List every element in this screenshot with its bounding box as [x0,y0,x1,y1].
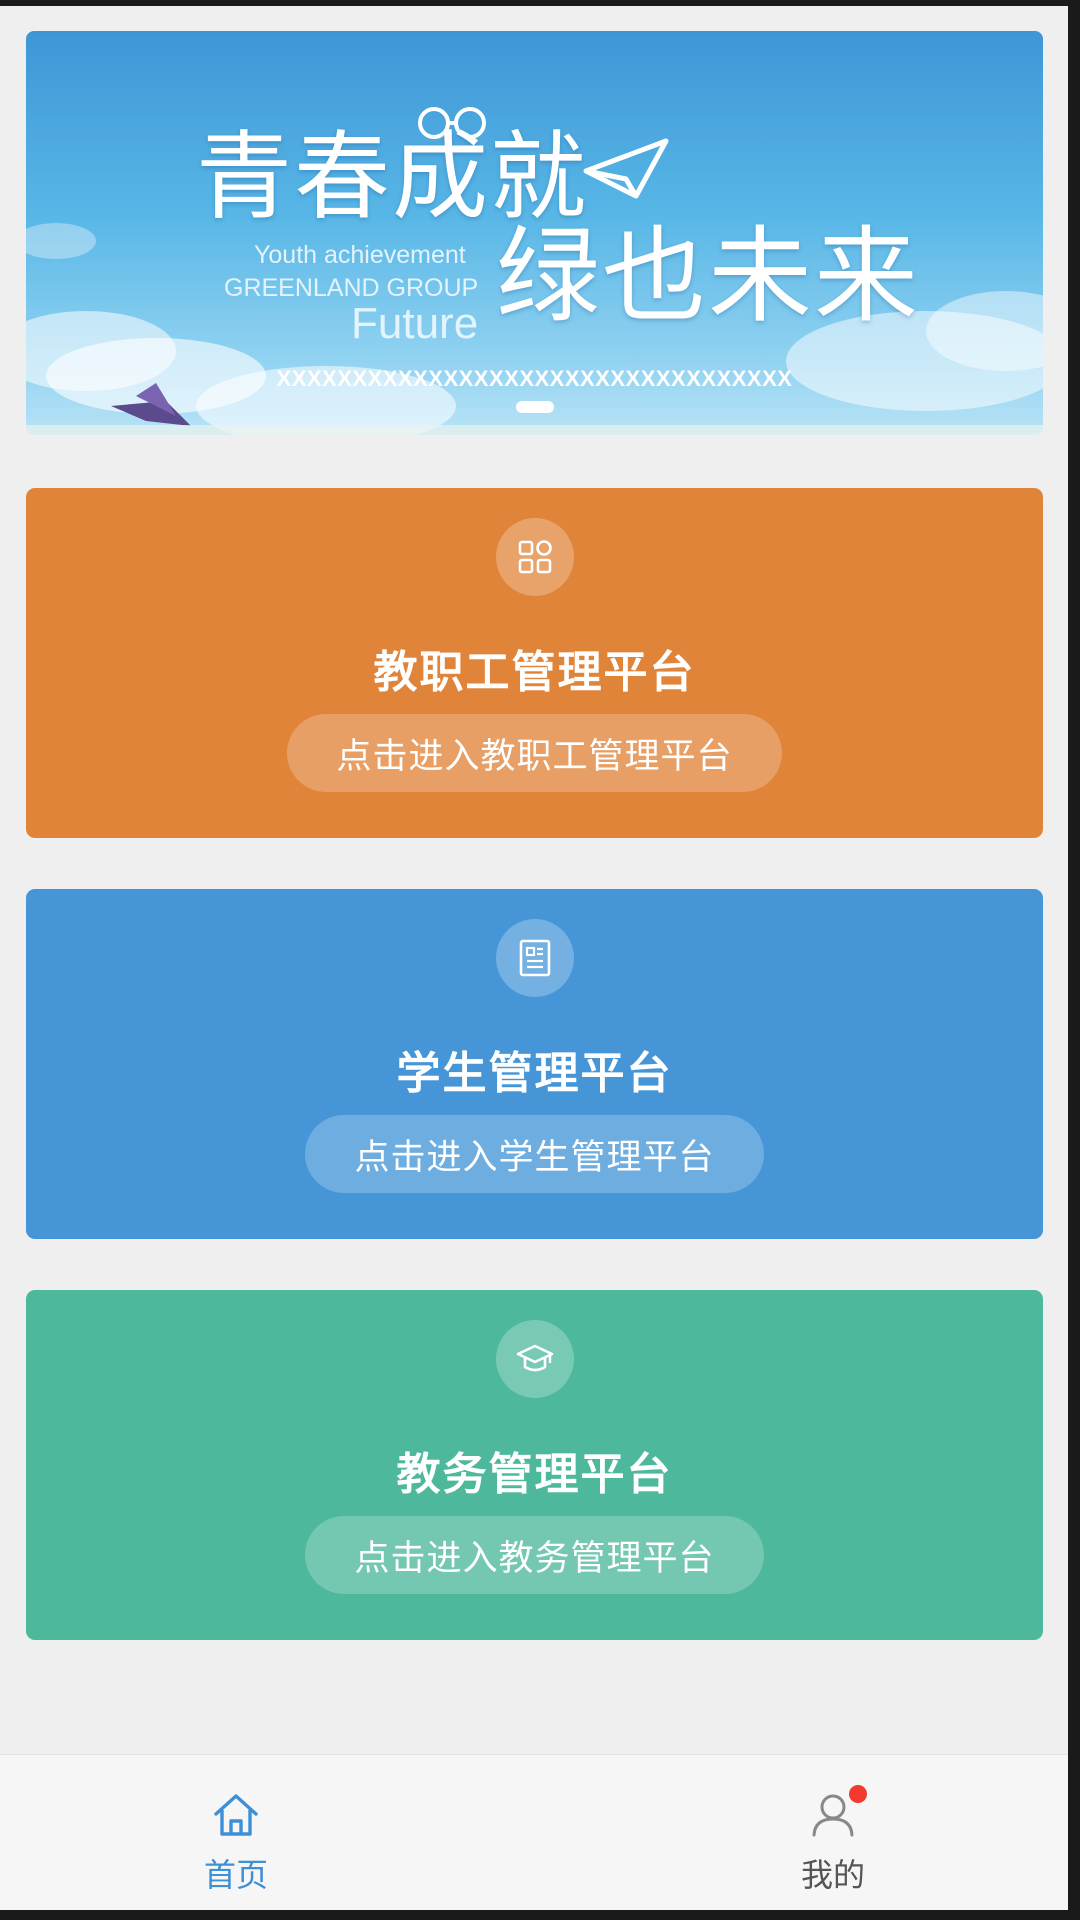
academic-platform-card[interactable]: 教务管理平台 点击进入教务管理平台 [26,1290,1043,1640]
grid-apps-icon [496,518,574,596]
tab-profile[interactable]: 我的 [733,1755,933,1910]
app-screen: 青春成就 绿也未来 Youth achievement GREENLAND GR… [0,6,1068,1910]
student-platform-title: 学生管理平台 [396,1048,673,1099]
enter-academic-platform-button[interactable]: 点击进入教务管理平台 [305,1516,764,1594]
banner-english-line3: Future [351,299,479,348]
staff-platform-card[interactable]: 教职工管理平台 点击进入教职工管理平台 [26,488,1043,838]
student-platform-card[interactable]: 学生管理平台 点击进入学生管理平台 [26,889,1043,1239]
carousel-indicator-dot[interactable] [516,401,554,413]
enter-student-platform-button[interactable]: 点击进入学生管理平台 [305,1115,764,1193]
home-icon [214,1794,258,1836]
tab-home-label: 首页 [203,1856,268,1894]
academic-platform-title: 教务管理平台 [396,1449,673,1500]
banner-title-line2: 绿也未来 [496,215,921,337]
notification-badge-dot [849,1785,867,1803]
document-list-icon [496,919,574,997]
banner-english-line1: Youth achievement [254,241,466,269]
banner-carousel[interactable]: 青春成就 绿也未来 Youth achievement GREENLAND GR… [26,31,1043,435]
bottom-tab-bar: 首页 我的 [0,1754,1068,1910]
graduation-cap-icon [496,1320,574,1398]
tab-home[interactable]: 首页 [136,1755,336,1910]
banner-caption: XXXXXXXXXXXXXXXXXXXXXXXXXXXXXXXXXX [276,366,793,391]
tab-profile-label: 我的 [800,1856,865,1894]
enter-staff-platform-button[interactable]: 点击进入教职工管理平台 [287,714,782,792]
staff-platform-title: 教职工管理平台 [373,647,696,698]
